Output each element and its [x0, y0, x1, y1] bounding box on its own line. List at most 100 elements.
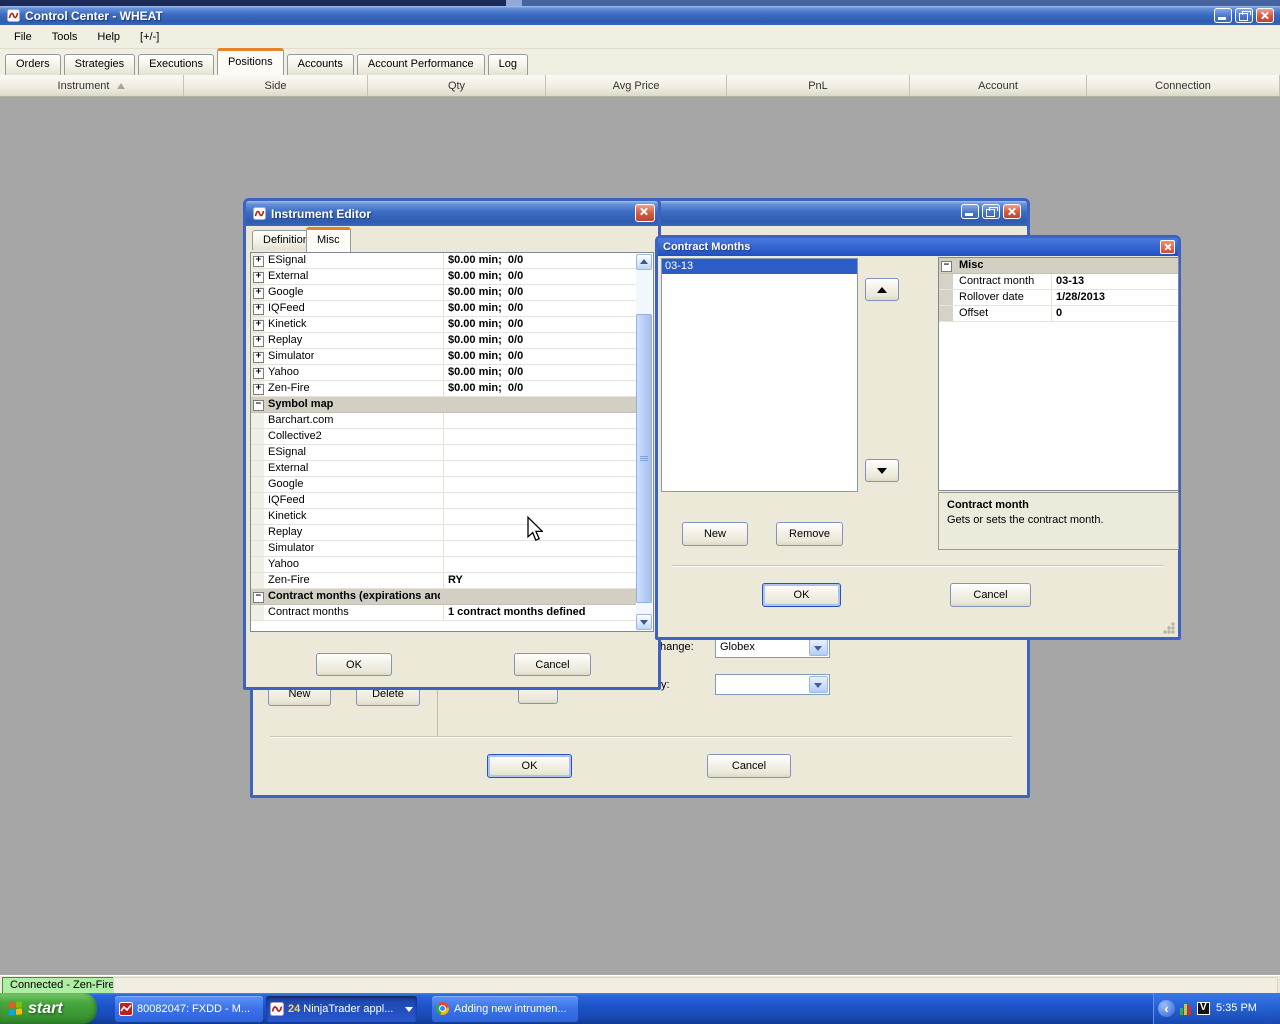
maximize-button[interactable]: [982, 204, 1000, 219]
scrollbar-thumb[interactable]: [636, 314, 652, 603]
column-header-qty[interactable]: Qty: [368, 75, 546, 97]
close-button[interactable]: [635, 204, 655, 222]
property-row[interactable]: Contract months 1 contract months defined: [251, 605, 637, 621]
ok-button[interactable]: OK: [487, 754, 572, 778]
close-button[interactable]: [1256, 8, 1274, 23]
chevron-down-icon[interactable]: [809, 676, 828, 693]
taskbar-task-ninjatrader-appl[interactable]: 24 NinjaTrader appl...: [266, 996, 417, 1022]
expand-icon[interactable]: +: [253, 368, 264, 379]
vertical-scrollbar[interactable]: [636, 254, 652, 630]
expand-icon[interactable]: +: [253, 256, 264, 267]
column-header-instrument[interactable]: Instrument: [0, 75, 184, 97]
category-row[interactable]: − Contract months (expirations and: [251, 589, 637, 605]
exchange-dropdown[interactable]: Globex: [715, 637, 830, 658]
contract-months-list[interactable]: 03-13: [661, 258, 858, 492]
cancel-button[interactable]: Cancel: [950, 583, 1031, 607]
scroll-down-icon[interactable]: [636, 614, 652, 630]
remove-button[interactable]: Remove: [776, 522, 843, 546]
column-header-connection[interactable]: Connection: [1087, 75, 1280, 97]
property-row[interactable]: Contract month 03-13: [939, 274, 1178, 290]
move-up-button[interactable]: [865, 278, 899, 301]
tab-log[interactable]: Log: [487, 54, 528, 75]
category-row[interactable]: − Symbol map: [251, 397, 637, 413]
menu-file[interactable]: File: [14, 31, 32, 43]
property-row[interactable]: + Zen-Fire $0.00 min; 0/0: [251, 381, 637, 397]
column-header-account[interactable]: Account: [910, 75, 1087, 97]
collapse-icon[interactable]: −: [253, 400, 264, 411]
field2-dropdown[interactable]: [715, 674, 830, 695]
close-button[interactable]: [1160, 240, 1175, 254]
tab-accounts[interactable]: Accounts: [286, 54, 354, 75]
column-header-avg-price[interactable]: Avg Price: [546, 75, 727, 97]
chevron-left-icon[interactable]: [1158, 1000, 1175, 1017]
property-row[interactable]: + Google $0.00 min; 0/0: [251, 285, 637, 301]
property-value: $0.00 min; 0/0: [448, 318, 524, 330]
tab-executions[interactable]: Executions: [138, 54, 214, 75]
property-row[interactable]: Zen-Fire RY: [251, 573, 637, 589]
menu-help[interactable]: Help: [97, 31, 120, 43]
property-row[interactable]: Google: [251, 477, 637, 493]
property-row[interactable]: Barchart.com: [251, 413, 637, 429]
expand-icon[interactable]: +: [253, 320, 264, 331]
instrument-editor-titlebar[interactable]: Instrument Editor: [246, 201, 658, 226]
new-button[interactable]: New: [682, 522, 748, 546]
property-row[interactable]: Replay: [251, 525, 637, 541]
close-button[interactable]: [1003, 204, 1021, 219]
contract-months-titlebar[interactable]: Contract Months: [658, 238, 1178, 256]
property-row[interactable]: Simulator: [251, 541, 637, 557]
column-header-pnl[interactable]: PnL: [727, 75, 910, 97]
taskbar-task-adding-new-intrumen[interactable]: Adding new intrumen...: [432, 996, 578, 1022]
collapse-icon[interactable]: −: [941, 261, 952, 272]
cancel-button[interactable]: Cancel: [514, 653, 591, 676]
scroll-up-icon[interactable]: [636, 254, 652, 270]
property-row[interactable]: Kinetick: [251, 509, 637, 525]
property-row[interactable]: + Yahoo $0.00 min; 0/0: [251, 365, 637, 381]
control-center-titlebar[interactable]: Control Center - WHEAT: [0, 6, 1280, 25]
property-row[interactable]: + ESignal $0.00 min; 0/0: [251, 253, 637, 269]
v-checkered-tray-icon[interactable]: [1197, 1002, 1210, 1015]
ok-button[interactable]: OK: [762, 583, 841, 607]
property-row[interactable]: IQFeed: [251, 493, 637, 509]
column-header-side[interactable]: Side: [184, 75, 368, 97]
restore-button[interactable]: [1235, 8, 1253, 23]
task-group-arrow-icon[interactable]: [405, 1006, 413, 1012]
expand-icon[interactable]: +: [253, 272, 264, 283]
menu-item[interactable]: [+/-]: [140, 31, 159, 43]
tab-account-performance[interactable]: Account Performance: [356, 54, 485, 75]
ok-button[interactable]: OK: [316, 653, 392, 676]
expand-icon[interactable]: +: [253, 288, 264, 299]
category-row[interactable]: − Misc: [939, 258, 1178, 274]
tab-positions[interactable]: Positions: [216, 48, 284, 75]
minimize-button[interactable]: [1214, 8, 1232, 23]
property-row[interactable]: + IQFeed $0.00 min; 0/0: [251, 301, 637, 317]
tab-misc[interactable]: Misc: [306, 227, 351, 252]
property-row[interactable]: Rollover date 1/28/2013: [939, 290, 1178, 306]
expand-icon[interactable]: +: [253, 304, 264, 315]
collapse-icon[interactable]: −: [253, 592, 264, 603]
taskbar-task-80082047-fxdd-m[interactable]: 80082047: FXDD - M...: [115, 996, 263, 1022]
menu-tools[interactable]: Tools: [52, 31, 78, 43]
property-row[interactable]: + External $0.00 min; 0/0: [251, 269, 637, 285]
property-row[interactable]: + Replay $0.00 min; 0/0: [251, 333, 637, 349]
cancel-button[interactable]: Cancel: [707, 754, 791, 778]
property-row[interactable]: + Kinetick $0.00 min; 0/0: [251, 317, 637, 333]
property-row[interactable]: ESignal: [251, 445, 637, 461]
contract-month-list-item[interactable]: 03-13: [662, 259, 857, 274]
start-button[interactable]: start: [0, 993, 97, 1024]
move-down-button[interactable]: [865, 459, 899, 482]
minimize-button[interactable]: [961, 204, 979, 219]
property-row[interactable]: Collective2: [251, 429, 637, 445]
expand-icon[interactable]: +: [253, 336, 264, 347]
resize-grip[interactable]: [1163, 622, 1175, 634]
property-row[interactable]: + Simulator $0.00 min; 0/0: [251, 349, 637, 365]
property-row[interactable]: External: [251, 461, 637, 477]
expand-icon[interactable]: +: [253, 352, 264, 363]
chevron-down-icon[interactable]: [809, 639, 828, 656]
tab-strategies[interactable]: Strategies: [63, 54, 136, 75]
trading-app-tray-icon[interactable]: [1180, 1002, 1193, 1015]
property-row[interactable]: Offset 0: [939, 306, 1178, 322]
positions-table-header: Instrument Side Qty Avg Price PnL Account Conn…: [0, 75, 1280, 97]
property-row[interactable]: Yahoo: [251, 557, 637, 573]
expand-icon[interactable]: +: [253, 384, 264, 395]
tab-orders[interactable]: Orders: [5, 54, 61, 75]
